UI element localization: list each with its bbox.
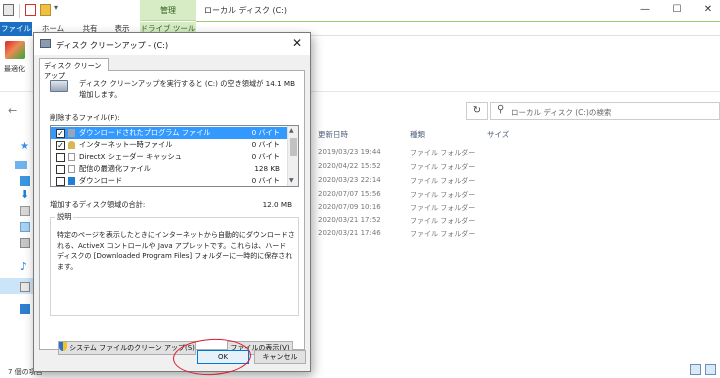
description-groupbox: 説明 特定のページを表示したときにインターネットから自動的にダウンロードされる、…	[50, 212, 299, 316]
file-row-type: ファイル フォルダー	[410, 217, 476, 225]
documents-folder-icon[interactable]	[20, 206, 30, 216]
column-header-size[interactable]: サイズ	[487, 129, 509, 140]
pictures-folder-icon[interactable]	[20, 222, 30, 232]
disk-space-gain-label: 増加するディスク領域の合計:	[50, 200, 146, 209]
column-header-type[interactable]: 種類	[410, 129, 425, 140]
nav-pane-selected-item[interactable]	[0, 278, 36, 294]
file-item-name: DirectX シェーダー キャッシュ	[79, 152, 182, 161]
cancel-button[interactable]: キャンセル	[254, 350, 306, 364]
explorer-app-icon[interactable]	[3, 4, 14, 16]
file-row-type: ファイル フォルダー	[410, 149, 476, 157]
dialog-title: ディスク クリーンアップ - (C:)	[56, 41, 169, 50]
details-view-icon[interactable]	[690, 364, 701, 375]
description-group-label: 説明	[55, 212, 74, 222]
manage-tab-header: 管理	[140, 0, 196, 21]
file-item-name: インターネット一時ファイル	[79, 140, 173, 149]
files-to-delete-label: 削除するファイル(F):	[50, 113, 120, 122]
column-header-modified[interactable]: 更新日時	[318, 129, 348, 140]
file-icon	[68, 153, 75, 161]
maximize-button[interactable]: ☐	[668, 2, 686, 18]
search-icon: ⚲	[497, 104, 505, 115]
scroll-down-arrow-icon[interactable]: ▼	[289, 177, 294, 184]
window-title: ローカル ディスク (C:)	[204, 6, 288, 15]
downloads-icon	[68, 177, 75, 185]
file-checkbox[interactable]: ✓	[56, 129, 65, 138]
file-row-type: ファイル フォルダー	[410, 230, 476, 238]
file-item-directx-shader-cache[interactable]: DirectX シェーダー キャッシュ 0 バイト	[51, 151, 288, 163]
file-item-size: 0 バイト	[251, 152, 280, 161]
file-item-delivery-optimization[interactable]: 配信の最適化ファイル 128 KB	[51, 163, 288, 175]
file-item-temporary-internet-files[interactable]: ✓ インターネット一時ファイル 0 バイト	[51, 139, 288, 151]
file-row-date: 2020/04/22 15:52	[318, 162, 381, 170]
file-row-date: 2020/07/07 15:56	[318, 190, 381, 198]
file-row-type: ファイル フォルダー	[410, 163, 476, 171]
tab-disk-cleanup-label: ディスク クリーンアップ	[44, 62, 102, 80]
file-checkbox[interactable]	[56, 153, 65, 162]
file-item-name: ダウンロードされたプログラム ファイル	[79, 128, 211, 137]
lock-icon	[68, 141, 75, 149]
cleanup-summary-text: ディスク クリーンアップを実行すると (C:) の空き領域が 14.1 MB 増…	[79, 79, 296, 99]
music-folder-icon[interactable]: ♪	[20, 261, 27, 272]
files-to-delete-list[interactable]: ✓ ダウンロードされたプログラム ファイル 0 バイト ✓ インターネット一時フ…	[50, 125, 299, 187]
file-row-date: 2019/03/23 19:44	[318, 148, 381, 156]
disk-space-gain-value: 12.0 MB	[262, 200, 292, 209]
quick-access-separator	[19, 4, 20, 18]
optimize-icon[interactable]	[5, 41, 25, 59]
dialog-close-icon[interactable]: ✕	[292, 36, 302, 50]
file-icon	[68, 165, 75, 173]
close-window-button[interactable]: ✕	[699, 2, 717, 18]
file-row-type: ファイル フォルダー	[410, 204, 476, 212]
network-icon[interactable]	[20, 304, 30, 314]
file-item-name: 配信の最適化ファイル	[79, 164, 151, 173]
this-pc-icon[interactable]	[15, 161, 27, 169]
folder-icon	[68, 129, 75, 137]
optimize-label[interactable]: 最適化	[4, 64, 25, 74]
minimize-button[interactable]: —	[636, 2, 654, 18]
search-box[interactable]: ⚲ ローカル ディスク (C:)の検索	[490, 102, 720, 120]
file-checkbox[interactable]	[56, 177, 65, 186]
disk-cleanup-dialog: ディスク クリーンアップ - (C:) ✕ ディスク クリーンアップ ディスク …	[33, 32, 311, 372]
refresh-button[interactable]: ↻	[466, 102, 488, 120]
back-arrow-icon[interactable]: ←	[8, 104, 17, 117]
downloads-folder-icon[interactable]: ⬇	[20, 189, 29, 200]
large-icons-view-icon[interactable]	[705, 364, 716, 375]
file-item-size: 0 バイト	[251, 128, 280, 137]
quick-access-star-icon[interactable]: ★	[20, 142, 29, 152]
file-row-type: ファイル フォルダー	[410, 191, 476, 199]
file-checkbox[interactable]	[56, 165, 65, 174]
file-item-size: 128 KB	[254, 164, 280, 173]
shield-icon	[59, 342, 68, 351]
file-item-size: 0 バイト	[251, 140, 280, 149]
file-row-type: ファイル フォルダー	[410, 177, 476, 185]
file-row-date: 2020/07/09 10:16	[318, 203, 381, 211]
description-text: 特定のページを表示したときにインターネットから自動的にダウンロードされる、Act…	[57, 231, 295, 271]
scrollbar-thumb[interactable]	[290, 138, 297, 156]
videos-folder-icon[interactable]	[20, 238, 30, 248]
file-item-downloads[interactable]: ダウンロード 0 バイト	[51, 175, 288, 186]
local-disk-icon[interactable]	[20, 282, 30, 292]
file-checkbox[interactable]: ✓	[56, 141, 65, 150]
scroll-up-arrow-icon[interactable]: ▲	[289, 127, 294, 134]
files-list-scrollbar[interactable]: ▲ ▼	[287, 126, 298, 186]
drive-icon	[50, 80, 68, 92]
dialog-titlebar: ディスク クリーンアップ - (C:) ✕	[34, 33, 310, 55]
manage-label: 管理	[160, 6, 176, 15]
file-row-date: 2020/03/21 17:46	[318, 229, 381, 237]
desktop-folder-icon[interactable]	[20, 176, 30, 186]
explorer-titlebar: ▾ 管理 ローカル ディスク (C:) — ☐ ✕	[0, 0, 720, 22]
customize-toolbar-icon[interactable]: ▾	[54, 3, 65, 15]
disk-cleanup-app-icon	[40, 39, 51, 48]
search-placeholder: ローカル ディスク (C:)の検索	[511, 108, 612, 117]
file-row-date: 2020/03/23 22:14	[318, 176, 381, 184]
file-item-name: ダウンロード	[79, 176, 123, 185]
tab-file[interactable]: ファイル	[0, 22, 32, 36]
disk-cleanup-panel: ディスク クリーンアップを実行すると (C:) の空き領域が 14.1 MB 増…	[39, 70, 305, 355]
properties-icon[interactable]	[25, 4, 36, 16]
file-item-size: 0 バイト	[251, 176, 280, 185]
file-row-date: 2020/03/21 17:52	[318, 216, 381, 224]
file-item-downloaded-program-files[interactable]: ✓ ダウンロードされたプログラム ファイル 0 バイト	[51, 127, 288, 139]
new-folder-icon[interactable]	[40, 4, 51, 16]
tab-disk-cleanup[interactable]: ディスク クリーンアップ	[39, 58, 109, 80]
